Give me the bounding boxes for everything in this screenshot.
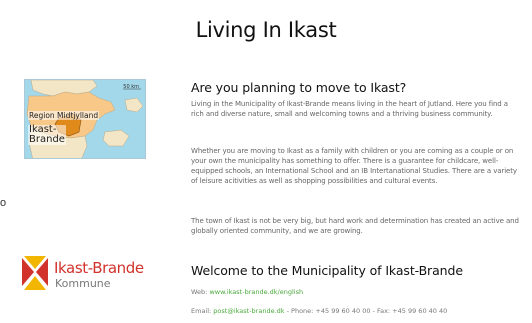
- paragraph-intro: Living in the Municipality of Ikast-Bran…: [191, 100, 508, 118]
- contact-line: Email: post@ikast-brande.dk - Phone: +45…: [191, 307, 447, 315]
- section-heading-move: Are you planning to move to Ikast?: [191, 80, 407, 95]
- web-label: Web:: [191, 288, 210, 296]
- paragraph-community: The town of Ikast is not be very big, bu…: [191, 217, 519, 235]
- paragraph-family: Whether you are moving to Ikast as a fam…: [191, 147, 517, 185]
- ikast-brande-logo[interactable]: Ikast-Brande Kommune: [20, 256, 150, 300]
- stray-character: o: [0, 197, 7, 209]
- map-city-label: Ikast- Brande: [28, 124, 66, 145]
- map-region-label: Region Midtjylland: [28, 111, 100, 120]
- email-link[interactable]: post@ikast-brande.dk: [213, 307, 284, 315]
- region-map: 50 km Region Midtjylland Ikast- Brande: [24, 79, 146, 159]
- phone-fax-text: - Phone: +45 99 60 40 00 - Fax: +45 99 6…: [284, 307, 448, 315]
- email-label: Email:: [191, 307, 214, 315]
- logo-wordmark: Ikast-Brande: [54, 259, 144, 277]
- section-heading-welcome: Welcome to the Municipality of Ikast-Bra…: [191, 263, 463, 278]
- web-line: Web: www.ikast-brande.dk/english: [191, 288, 303, 296]
- web-link[interactable]: www.ikast-brande.dk/english: [209, 288, 303, 296]
- logo-subtitle: Kommune: [55, 277, 111, 290]
- map-scale-label: 50 km: [123, 84, 139, 90]
- coat-of-arms-icon: [22, 256, 48, 290]
- page-title: Living In Ikast: [195, 18, 337, 42]
